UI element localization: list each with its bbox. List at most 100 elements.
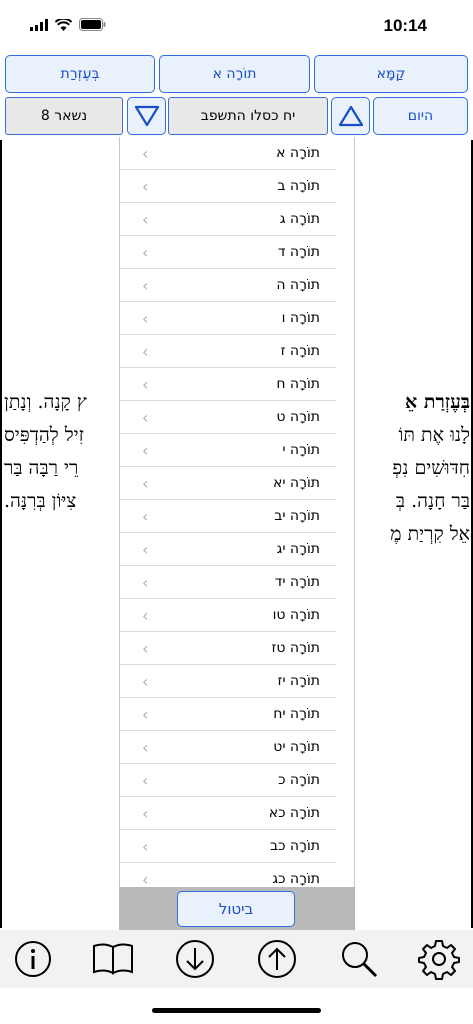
list-item[interactable]: תוֹרָה טו ‹	[120, 599, 354, 632]
status-icons	[30, 18, 106, 31]
wifi-icon	[55, 18, 72, 31]
list-item[interactable]: תוֹרָה ז ‹	[120, 335, 354, 368]
chevron-left-icon: ‹	[142, 606, 149, 625]
chevron-left-icon: ‹	[142, 276, 149, 295]
text-line: צִיּוֹן בְּרִנָּה.	[4, 490, 77, 512]
chevron-left-icon: ‹	[142, 408, 149, 427]
list-item-label: תוֹרָה ח	[276, 376, 320, 392]
list-item[interactable]: תוֹרָה יב ‹	[120, 500, 354, 533]
scroll-up-button[interactable]	[252, 934, 302, 984]
chevron-left-icon: ‹	[142, 210, 149, 229]
text-right-column: בְּעֶזְרַת אֵ לָנוּ אֶת תּוֹ חִדּוּשִׁים…	[356, 386, 470, 551]
list-item[interactable]: תוֹרָה א ‹	[120, 137, 354, 170]
remaining-display: נשאר 8	[5, 97, 123, 135]
list-item[interactable]: תוֹרָה יד ‹	[120, 566, 354, 599]
arrow-up-icon	[258, 940, 296, 978]
info-icon	[15, 941, 51, 977]
list-item[interactable]: תוֹרָה ב ‹	[120, 170, 354, 203]
list-item[interactable]: תוֹרָה טז ‹	[120, 632, 354, 665]
list-item-label: תוֹרָה יב	[274, 508, 320, 524]
settings-button[interactable]	[414, 934, 464, 984]
book-icon	[93, 943, 133, 975]
list-footer: ביטול	[119, 887, 355, 930]
chevron-left-icon: ‹	[142, 837, 149, 856]
list-item-label: תוֹרָה טו	[272, 607, 320, 623]
triangle-down-icon	[134, 105, 159, 127]
chevron-left-icon: ‹	[142, 177, 149, 196]
list-item-label: תוֹרָה טז	[271, 640, 320, 656]
chevron-left-icon: ‹	[142, 540, 149, 559]
list-item-label: תוֹרָה ג	[279, 211, 320, 227]
list-item[interactable]: תוֹרָה ה ‹	[120, 269, 354, 302]
book-button[interactable]	[88, 934, 138, 984]
search-icon	[342, 942, 378, 978]
list-item[interactable]: תוֹרָה יג ‹	[120, 533, 354, 566]
list-item-label: תוֹרָה יט	[273, 739, 320, 755]
list-item-label: תוֹרָה ו	[281, 310, 320, 326]
triangle-up-icon	[338, 105, 363, 127]
list-item-label: תוֹרָה א	[276, 145, 320, 161]
chevron-left-icon: ‹	[142, 639, 149, 658]
chevron-left-icon: ‹	[142, 738, 149, 757]
search-button[interactable]	[334, 934, 384, 984]
chevron-left-icon: ‹	[142, 705, 149, 724]
next-day-button[interactable]	[127, 97, 166, 135]
status-bar: 10:14	[0, 0, 473, 52]
torah-list[interactable]: תוֹרָה א ‹ תוֹרָה ב ‹ תוֹרָה ג ‹ תוֹרָה ד ‹ תוֹר…	[119, 137, 355, 930]
chevron-left-icon: ‹	[142, 672, 149, 691]
kamma-button[interactable]: קַמָּא	[314, 55, 468, 93]
status-time: 10:14	[383, 16, 427, 35]
list-item[interactable]: תוֹרָה יא ‹	[120, 467, 354, 500]
list-item-label: תוֹרָה יג	[276, 541, 320, 557]
chevron-left-icon: ‹	[142, 375, 149, 394]
text-line: בַּר חָנָה. בְּ	[395, 490, 470, 512]
beezrat-button[interactable]: בְּעֶזְרַת	[5, 55, 155, 93]
list-item-label: תוֹרָה כב	[269, 838, 320, 854]
list-item[interactable]: תוֹרָה יט ‹	[120, 731, 354, 764]
bottom-toolbar	[0, 930, 473, 988]
chevron-left-icon: ‹	[142, 507, 149, 526]
list-item[interactable]: תוֹרָה כב ‹	[120, 830, 354, 863]
list-item[interactable]: תוֹרָה ו ‹	[120, 302, 354, 335]
list-item[interactable]: תוֹרָה כא ‹	[120, 797, 354, 830]
text-left-column: ץ קָנָה. וְנָתַן זִיל לְהַדְפִּיס רֵי רַ…	[4, 386, 118, 518]
list-item-label: תוֹרָה ז	[280, 343, 320, 359]
list-item[interactable]: תוֹרָה ט ‹	[120, 401, 354, 434]
text-line: בְּעֶזְרַת אֵ	[405, 391, 470, 413]
today-button[interactable]: היום	[373, 97, 468, 135]
cancel-button[interactable]: ביטול	[177, 891, 295, 927]
list-item-label: תוֹרָה ד	[277, 244, 320, 260]
home-indicator	[152, 1008, 321, 1013]
chevron-left-icon: ‹	[142, 771, 149, 790]
date-display: יח כסלו התשפב	[168, 97, 328, 135]
list-item[interactable]: תוֹרָה יח ‹	[120, 698, 354, 731]
chevron-left-icon: ‹	[142, 309, 149, 328]
chevron-left-icon: ‹	[142, 804, 149, 823]
list-item[interactable]: תוֹרָה ד ‹	[120, 236, 354, 269]
arrow-down-icon	[176, 940, 214, 978]
list-item[interactable]: תוֹרָה יז ‹	[120, 665, 354, 698]
scroll-down-button[interactable]	[170, 934, 220, 984]
chevron-left-icon: ‹	[142, 144, 149, 163]
chevron-left-icon: ‹	[142, 342, 149, 361]
list-item-label: תוֹרָה יא	[272, 475, 320, 491]
text-line: רֵי רַבָּה בַּר	[4, 457, 79, 479]
list-item[interactable]: תוֹרָה כ ‹	[120, 764, 354, 797]
list-item[interactable]: תוֹרָה ח ‹	[120, 368, 354, 401]
signal-icon	[30, 18, 48, 31]
battery-icon	[79, 18, 106, 31]
list-item[interactable]: תוֹרָה י ‹	[120, 434, 354, 467]
list-item[interactable]: תוֹרָה ג ‹	[120, 203, 354, 236]
list-item-label: תוֹרָה י	[282, 442, 320, 458]
chevron-left-icon: ‹	[142, 573, 149, 592]
content-edge-left	[0, 140, 2, 928]
gear-icon	[418, 940, 460, 980]
prev-day-button[interactable]	[331, 97, 370, 135]
text-line: אֵל קִרְיַת מֶ	[390, 523, 470, 545]
torah-select-button[interactable]: תוֹרָה א	[159, 55, 310, 93]
info-button[interactable]	[8, 934, 58, 984]
list-item-label: תוֹרָה ה	[276, 277, 320, 293]
text-line: לָנוּ אֶת תּוֹ	[398, 424, 470, 446]
text-line: ץ קָנָה. וְנָתַן	[4, 391, 87, 413]
chevron-left-icon: ‹	[142, 243, 149, 262]
